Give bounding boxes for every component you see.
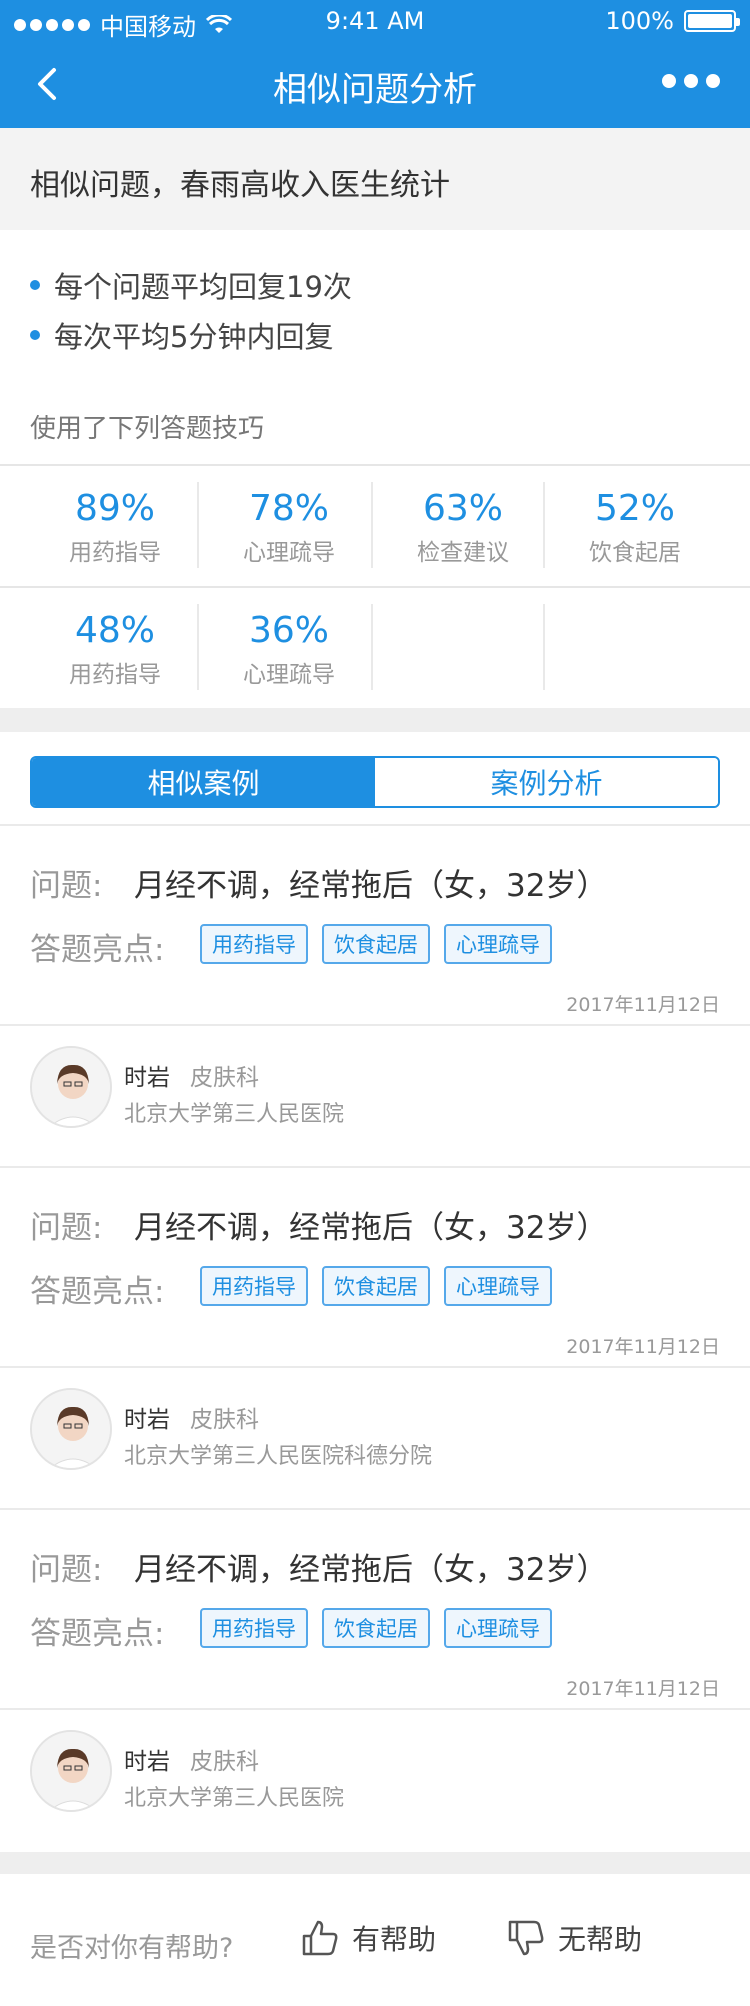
divider (0, 1166, 750, 1168)
doctor-avatar (30, 1046, 112, 1128)
doctor-avatar (30, 1730, 112, 1812)
not-helpful-label: 无帮助 (558, 1923, 643, 1956)
skills-title: 使用了下列答题技巧 (30, 414, 265, 444)
doctor-department: 皮肤科 (190, 1749, 259, 1775)
tab-similar-cases[interactable]: 相似案例 (32, 758, 375, 806)
highlight-tag: 饮食起居 (322, 1608, 430, 1648)
bullet-dot-icon (30, 330, 40, 340)
divider (543, 604, 545, 690)
doctor-hospital: 北京大学第三人民医院 (124, 1102, 345, 1127)
skill-label: 用药指导 (69, 662, 161, 688)
summary-title: 相似问题，春雨高收入医生统计 (30, 168, 450, 203)
highlight-tag: 用药指导 (200, 1608, 308, 1648)
doctor-hospital: 北京大学第三人民医院科德分院 (124, 1444, 433, 1469)
question-text: 月经不调，经常拖后（女，32岁） (134, 868, 608, 904)
highlight-label: 答题亮点: (30, 1616, 165, 1652)
doctor-department: 皮肤科 (190, 1065, 259, 1091)
tab-case-analysis[interactable]: 案例分析 (375, 758, 718, 806)
skill-item: 48% 用药指导 (29, 610, 201, 689)
feedback-bar: 是否对你有帮助? 有帮助 无帮助 (0, 1874, 750, 2006)
bullet-dot-icon (30, 280, 40, 290)
highlight-tag: 用药指导 (200, 924, 308, 964)
divider (371, 604, 373, 690)
doctor-name: 时岩 (124, 1407, 170, 1433)
divider (0, 1508, 750, 1510)
doctor-name: 时岩 (124, 1065, 170, 1091)
divider (0, 1708, 750, 1710)
skill-item: 52% 饮食起居 (549, 488, 721, 567)
doctor-avatar (30, 1388, 112, 1470)
highlight-tag: 心理疏导 (444, 1266, 552, 1306)
highlight-label: 答题亮点: (30, 932, 165, 968)
skill-label: 心理疏导 (243, 662, 335, 688)
helpful-button[interactable]: 有帮助 (300, 1918, 436, 1958)
doctor-hospital: 北京大学第三人民医院 (124, 1786, 345, 1811)
battery-icon (684, 10, 740, 32)
skill-label: 检查建议 (417, 540, 509, 566)
highlight-tag: 饮食起居 (322, 924, 430, 964)
skill-percent: 52% (594, 488, 675, 529)
skill-percent: 78% (248, 488, 329, 529)
divider (0, 1366, 750, 1368)
more-dots-icon[interactable] (662, 74, 720, 88)
summary-header: 相似问题，春雨高收入医生统计 (0, 128, 750, 230)
doctor-name: 时岩 (124, 1749, 170, 1775)
skill-percent: 36% (248, 610, 329, 651)
divider (0, 1024, 750, 1026)
skill-percent: 48% (74, 610, 155, 651)
stats-section: 每个问题平均回复19次 每次平均5分钟内回复 使用了下列答题技巧 89% 用药指… (0, 230, 750, 708)
status-bar: 中国移动 9:41 AM 100% (0, 0, 750, 41)
divider (0, 586, 750, 588)
stat-bullet: 每个问题平均回复19次 (30, 264, 352, 306)
divider (0, 824, 750, 826)
skill-percent: 63% (422, 488, 503, 529)
case-card[interactable]: 问题: 月经不调，经常拖后（女，32岁） 答题亮点: 用药指导 饮食起居 心理疏… (0, 824, 750, 1166)
case-card[interactable]: 问题: 月经不调，经常拖后（女，32岁） 答题亮点: 用药指导 饮食起居 心理疏… (0, 1166, 750, 1508)
cases-section: 相似案例 案例分析 问题: 月经不调，经常拖后（女，32岁） 答题亮点: 用药指… (0, 732, 750, 1852)
case-date: 2017年11月12日 (566, 994, 720, 1016)
skill-item: 63% 检查建议 (377, 488, 549, 567)
question-label: 问题: (30, 1552, 103, 1588)
case-date: 2017年11月12日 (566, 1678, 720, 1700)
skill-percent: 89% (74, 488, 155, 529)
question-text: 月经不调，经常拖后（女，32岁） (134, 1552, 608, 1588)
thumbs-down-icon (508, 1920, 544, 1956)
highlight-label: 答题亮点: (30, 1274, 165, 1310)
skill-label: 饮食起居 (589, 540, 681, 566)
helpful-label: 有帮助 (352, 1923, 437, 1956)
page-title: 相似问题分析 (273, 70, 477, 110)
skill-item: 89% 用药指导 (29, 488, 201, 567)
nav-bar: 相似问题分析 (0, 40, 750, 128)
feedback-question: 是否对你有帮助? (30, 1933, 234, 1964)
skill-item: 36% 心理疏导 (203, 610, 375, 689)
skill-label: 用药指导 (69, 540, 161, 566)
doctor-department: 皮肤科 (190, 1407, 259, 1433)
question-label: 问题: (30, 868, 103, 904)
case-date: 2017年11月12日 (566, 1336, 720, 1358)
not-helpful-button[interactable]: 无帮助 (506, 1918, 642, 1958)
case-card[interactable]: 问题: 月经不调，经常拖后（女，32岁） 答题亮点: 用药指导 饮食起居 心理疏… (0, 1508, 750, 1850)
highlight-tag: 饮食起居 (322, 1266, 430, 1306)
highlight-tag: 用药指导 (200, 1266, 308, 1306)
highlight-tag: 心理疏导 (444, 1608, 552, 1648)
thumbs-up-icon (302, 1920, 338, 1956)
tab-switch: 相似案例 案例分析 (30, 756, 720, 808)
question-text: 月经不调，经常拖后（女，32岁） (134, 1210, 608, 1246)
stat-bullet: 每次平均5分钟内回复 (30, 314, 333, 356)
battery-percent: 100% (605, 7, 674, 35)
highlight-tag: 心理疏导 (444, 924, 552, 964)
skill-label: 心理疏导 (243, 540, 335, 566)
divider (197, 482, 199, 568)
divider (197, 604, 199, 690)
divider (543, 482, 545, 568)
question-label: 问题: (30, 1210, 103, 1246)
skill-item: 78% 心理疏导 (203, 488, 375, 567)
divider (0, 464, 750, 466)
divider (371, 482, 373, 568)
